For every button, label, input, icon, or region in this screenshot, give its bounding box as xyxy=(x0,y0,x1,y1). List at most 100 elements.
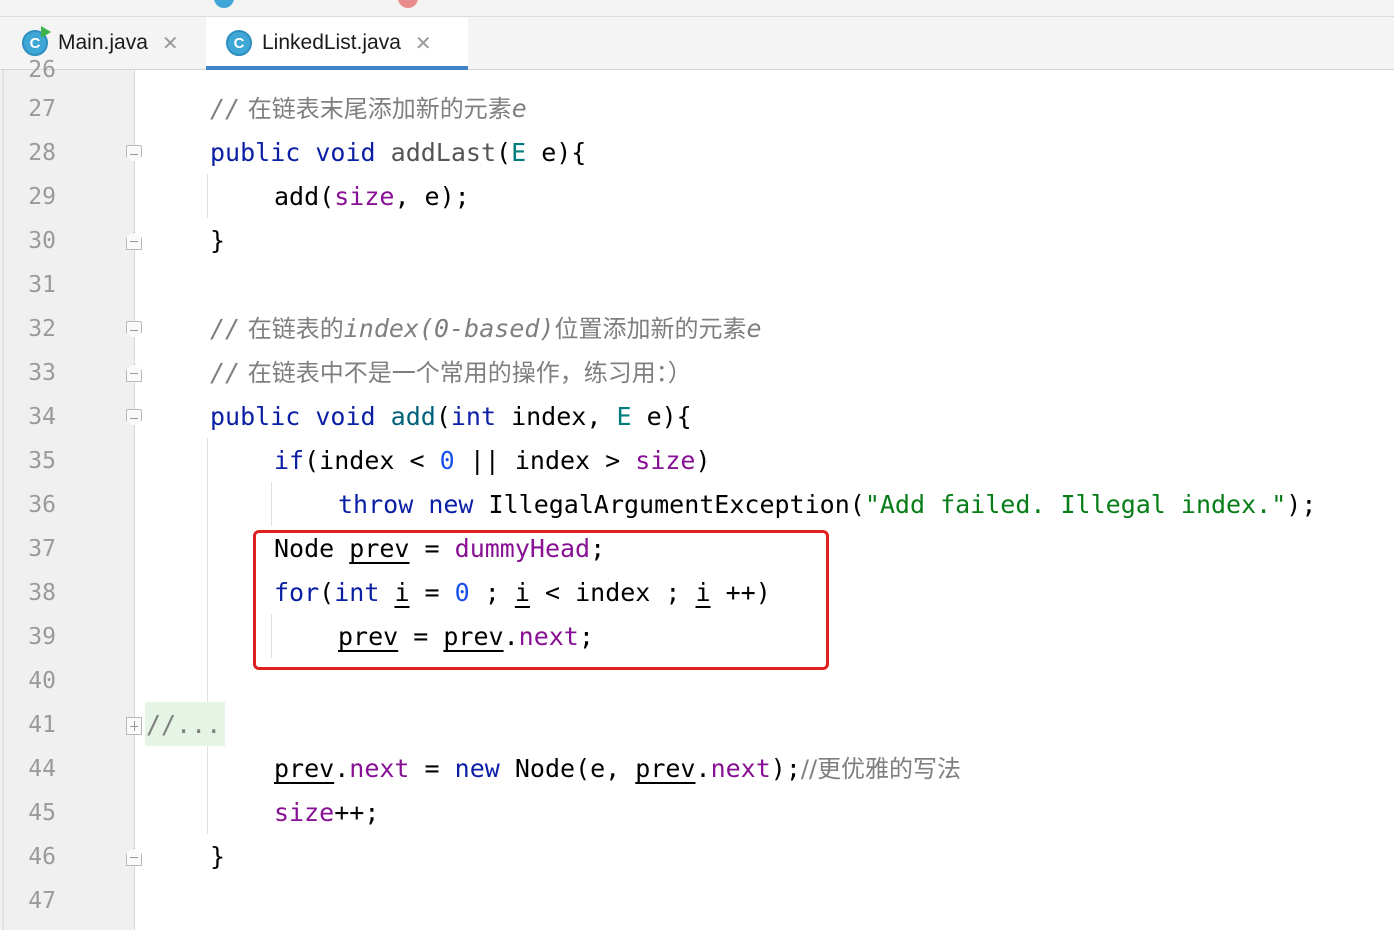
field-reference: size xyxy=(334,182,395,211)
code-editor[interactable]: 26 27 28 29 30 31 32 33 34 35 36 37 38 3… xyxy=(0,57,1394,930)
gutter-edge xyxy=(2,70,4,930)
fold-end-icon[interactable] xyxy=(126,364,142,382)
line-number: 27 xyxy=(28,96,56,122)
method-name: add xyxy=(390,402,436,431)
code-line-27[interactable]: // 在链表末尾添加新的元素e xyxy=(210,87,527,131)
fold-collapse-icon[interactable] xyxy=(126,321,142,339)
field-reference: size xyxy=(274,798,335,827)
comment-text: 位置添加新的元素 xyxy=(554,315,747,343)
line-number: 26 xyxy=(28,57,56,83)
type-parameter: E xyxy=(511,138,527,167)
keyword: throw xyxy=(338,490,414,519)
tab-label: Main.java xyxy=(58,31,148,54)
field-reference: size xyxy=(635,446,696,475)
close-icon[interactable]: ✕ xyxy=(162,31,179,55)
comment-text: e xyxy=(746,314,762,343)
code-line-28[interactable]: public void addLast(E e){ xyxy=(210,131,586,175)
code-token: . xyxy=(695,754,711,783)
tab-label: LinkedList.java xyxy=(262,31,401,54)
variable: prev xyxy=(635,754,696,783)
code-token: e){ xyxy=(631,402,692,431)
code-token: e){ xyxy=(526,138,587,167)
keyword: new xyxy=(428,490,474,519)
code-token: , e); xyxy=(394,182,470,211)
line-number: 36 xyxy=(28,492,56,518)
indent-guide xyxy=(207,438,208,834)
indent-guide xyxy=(271,482,272,526)
class-icon xyxy=(214,0,234,8)
line-number-gutter[interactable]: 26 27 28 29 30 31 32 33 34 35 36 37 38 3… xyxy=(0,57,142,930)
string-literal: "Add failed. Illegal index." xyxy=(864,490,1287,519)
code-token: . xyxy=(334,754,350,783)
fold-collapse-icon[interactable] xyxy=(126,145,142,163)
comment-slashes: // xyxy=(210,358,241,387)
fold-end-icon[interactable] xyxy=(126,848,142,866)
code-token: index, xyxy=(496,402,617,431)
code-token: || index > xyxy=(454,446,636,475)
code-line-36[interactable]: throw new IllegalArgumentException("Add … xyxy=(338,483,1316,527)
number-literal: 0 xyxy=(439,446,455,475)
code-line-46[interactable]: } xyxy=(210,835,225,879)
indent-guide xyxy=(207,174,208,218)
tab-linkedlist-java[interactable]: C LinkedList.java ✕ xyxy=(206,17,468,70)
code-token: ); xyxy=(1286,490,1317,519)
keyword: int xyxy=(450,402,497,431)
folded-code-region[interactable]: //... xyxy=(146,703,221,747)
field-reference: next xyxy=(349,754,410,783)
code-line-30[interactable]: } xyxy=(210,219,225,263)
code-line-32[interactable]: // 在链表的index(0-based)位置添加新的元素e xyxy=(210,307,762,351)
comment-text: 在链表末尾添加新的元素 xyxy=(240,95,512,123)
line-number: 28 xyxy=(28,140,56,166)
line-number: 40 xyxy=(28,668,56,694)
method-name: addLast xyxy=(390,138,497,167)
keyword: public xyxy=(210,402,301,431)
code-token: ( xyxy=(435,402,451,431)
keyword: void xyxy=(315,138,376,167)
comment-text: 在链表中不是一个常用的操作，练习用：） xyxy=(240,359,692,387)
comment-text: 在链表的 xyxy=(240,315,344,343)
line-number: 47 xyxy=(28,888,56,914)
line-number: 34 xyxy=(28,404,56,430)
line-number: 31 xyxy=(28,272,56,298)
line-number: 33 xyxy=(28,360,56,386)
keyword: new xyxy=(454,754,500,783)
line-number: 41 xyxy=(28,712,56,738)
line-number: 35 xyxy=(28,448,56,474)
code-line-45[interactable]: size++; xyxy=(274,791,379,835)
code-line-34[interactable]: public void add(int index, E e){ xyxy=(210,395,692,439)
code-line-44[interactable]: prev.next = new Node(e, prev.next);//更优雅… xyxy=(274,747,961,791)
line-number: 39 xyxy=(28,624,56,650)
code-line-35[interactable]: if(index < 0 || index > size) xyxy=(274,439,711,483)
variable: prev xyxy=(274,754,335,783)
line-number: 46 xyxy=(28,844,56,870)
fold-end-icon[interactable] xyxy=(126,232,142,250)
code-token: ( xyxy=(496,138,512,167)
code-token: = xyxy=(409,754,455,783)
line-number: 45 xyxy=(28,800,56,826)
line-number: 32 xyxy=(28,316,56,342)
editor-tab-bar: C Main.java ✕ C LinkedList.java ✕ xyxy=(0,17,1394,70)
method-icon xyxy=(398,0,418,8)
keyword: void xyxy=(315,402,376,431)
java-class-icon: C xyxy=(226,30,252,56)
code-token: (index < xyxy=(304,446,440,475)
field-reference: next xyxy=(710,754,771,783)
closing-brace: } xyxy=(210,226,226,255)
line-number: 44 xyxy=(28,756,56,782)
code-line-29[interactable]: add(size, e); xyxy=(274,175,470,219)
comment-slashes: // xyxy=(210,94,241,123)
run-badge-icon xyxy=(41,26,51,38)
keyword: public xyxy=(210,138,301,167)
comment-slashes: // xyxy=(210,314,241,343)
fold-expand-icon[interactable] xyxy=(126,717,142,735)
code-token: ++; xyxy=(334,798,380,827)
line-number: 29 xyxy=(28,184,56,210)
code-line-33[interactable]: // 在链表中不是一个常用的操作，练习用：） xyxy=(210,351,692,395)
keyword: if xyxy=(274,446,305,475)
close-icon[interactable]: ✕ xyxy=(415,31,432,55)
comment-text: //更优雅的写法 xyxy=(800,755,962,783)
folded-placeholder[interactable]: //... xyxy=(146,710,221,739)
closing-brace: } xyxy=(210,842,226,871)
fold-collapse-icon[interactable] xyxy=(126,409,142,427)
navigation-breadcrumb[interactable] xyxy=(0,0,1394,17)
